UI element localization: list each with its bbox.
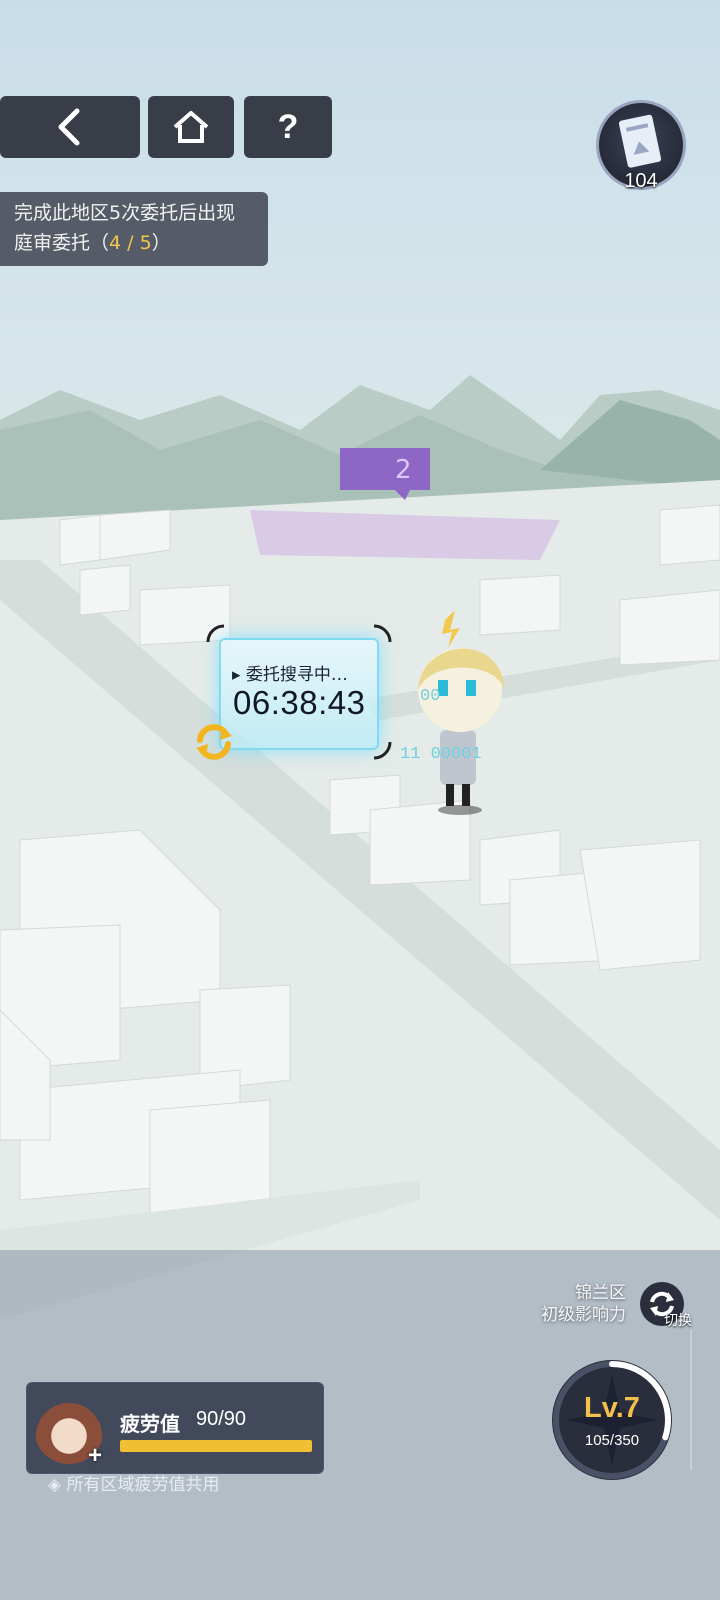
help-label: ?	[277, 107, 299, 146]
back-button[interactable]	[0, 96, 140, 158]
hint-line1: 完成此地区5次委托后出现	[14, 202, 236, 224]
commission-hint: 完成此地区5次委托后出现 庭审委托（4 / 5）	[0, 192, 268, 266]
svg-text:2: 2	[395, 455, 412, 485]
svg-text:11 00001: 11 00001	[400, 745, 482, 764]
fatigue-label: 疲劳值	[120, 1412, 180, 1436]
fatigue-shared-note: ◈ 所有区域疲劳值共用	[48, 1470, 219, 1495]
district-influence: 初级影响力	[541, 1305, 626, 1325]
chevron-left-icon	[53, 107, 87, 147]
side-divider	[690, 1330, 692, 1470]
level-xp: 105/350	[584, 1432, 640, 1449]
fatigue-bar-fill	[120, 1440, 312, 1452]
district-name: 锦兰区	[575, 1283, 626, 1303]
ticket-count: 104	[624, 170, 658, 192]
hint-line2-prefix: 庭审委托（	[14, 232, 110, 254]
level-label: Lv.7	[584, 1392, 640, 1424]
fatigue-value: 90/90	[196, 1408, 247, 1430]
home-button[interactable]	[148, 96, 234, 158]
svg-text:00: 00	[420, 687, 440, 706]
fatigue-bar	[120, 1440, 312, 1452]
home-icon	[171, 109, 211, 145]
switch-label: 切换	[664, 1313, 692, 1329]
add-fatigue-icon[interactable]: +	[88, 1444, 108, 1468]
hint-line2: 庭审委托（4 / 5）	[14, 228, 258, 258]
fatigue-note-text: 所有区域疲劳值共用	[66, 1475, 220, 1495]
hint-progress: 4 / 5	[109, 232, 152, 254]
district-info: 锦兰区 初级影响力	[541, 1282, 626, 1326]
refresh-button[interactable]	[190, 718, 238, 766]
search-timer: 06:38:43	[233, 684, 366, 721]
search-status-label: ▸ 委托搜寻中…	[232, 665, 348, 685]
info-diamond-icon: ◈	[48, 1475, 62, 1495]
help-button[interactable]: ?	[244, 96, 332, 158]
refresh-icon	[196, 724, 232, 760]
hint-line2-suffix: ）	[151, 232, 171, 254]
